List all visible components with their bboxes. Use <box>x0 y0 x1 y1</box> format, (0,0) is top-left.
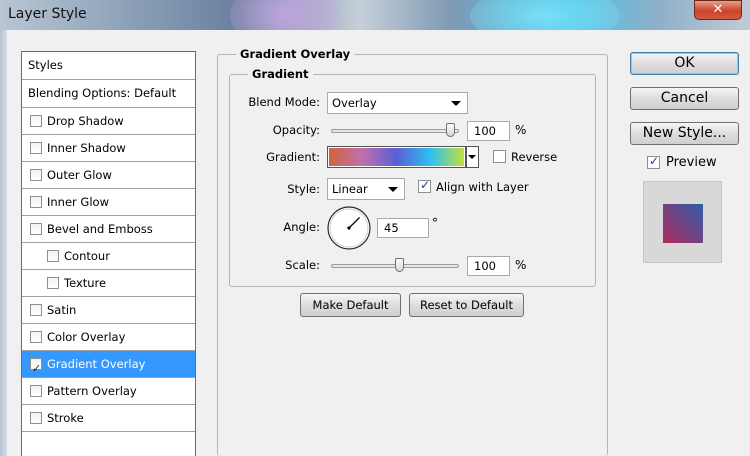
opacity-unit: % <box>515 123 527 137</box>
style-item-inner-shadow[interactable]: Inner Shadow <box>22 135 195 162</box>
blending-options-label: Blending Options: Default <box>28 86 177 100</box>
style-item-label: Contour <box>64 249 110 263</box>
texture-checkbox[interactable] <box>47 277 59 289</box>
style-item-color-overlay[interactable]: Color Overlay <box>22 324 195 351</box>
color-overlay-checkbox[interactable] <box>30 331 42 343</box>
opacity-slider-thumb[interactable] <box>446 123 455 137</box>
style-select[interactable]: Linear <box>327 178 405 200</box>
reset-to-default-button[interactable]: Reset to Default <box>409 293 524 317</box>
window-frame-left <box>0 30 7 456</box>
style-item-label: Drop Shadow <box>47 114 124 128</box>
reverse-label: Reverse <box>511 150 558 164</box>
ok-button[interactable]: OK <box>630 52 739 75</box>
angle-unit: ° <box>432 216 438 230</box>
blending-options-item[interactable]: Blending Options: Default <box>22 80 195 108</box>
opacity-input[interactable]: 100 <box>467 121 510 141</box>
gradient-overlay-checkbox[interactable] <box>30 356 42 382</box>
style-item-label: Bevel and Emboss <box>47 222 153 236</box>
satin-checkbox[interactable] <box>30 304 42 316</box>
style-item-label: Color Overlay <box>47 330 126 344</box>
style-item-label: Outer Glow <box>47 168 112 182</box>
outer-glow-checkbox[interactable] <box>30 169 42 181</box>
style-item-label: Texture <box>64 276 107 290</box>
inner-glow-checkbox[interactable] <box>30 196 42 208</box>
window-title: Layer Style <box>8 6 87 22</box>
style-item-texture[interactable]: Texture <box>22 270 195 297</box>
new-style-button[interactable]: New Style... <box>630 122 739 145</box>
bevel-emboss-checkbox[interactable] <box>30 223 42 235</box>
blend-mode-label: Blend Mode: <box>248 95 320 109</box>
style-item-label: Inner Glow <box>47 195 109 209</box>
preview-checkbox[interactable] <box>647 154 660 169</box>
stroke-checkbox[interactable] <box>30 412 42 424</box>
section-title: Gradient Overlay <box>236 47 355 61</box>
scale-label: Scale: <box>285 258 320 272</box>
style-item-inner-glow[interactable]: Inner Glow <box>22 189 195 216</box>
gradient-label: Gradient: <box>266 150 320 164</box>
gradient-group-title: Gradient <box>248 67 313 81</box>
style-item-label: Inner Shadow <box>47 141 126 155</box>
align-with-layer-label: Align with Layer <box>436 180 529 194</box>
angle-label: Angle: <box>283 220 320 234</box>
style-item-contour[interactable]: Contour <box>22 243 195 270</box>
styles-header-label: Styles <box>28 58 63 72</box>
scale-input[interactable]: 100 <box>467 256 510 276</box>
gradient-dropdown-button[interactable] <box>466 146 479 168</box>
styles-list: Styles Blending Options: Default Drop Sh… <box>21 51 196 456</box>
style-item-drop-shadow[interactable]: Drop Shadow <box>22 108 195 135</box>
chevron-down-icon <box>451 101 461 106</box>
title-bar[interactable]: Layer Style ✕ <box>0 0 750 50</box>
align-with-layer-checkbox[interactable] <box>418 178 431 193</box>
drop-shadow-checkbox[interactable] <box>30 115 42 127</box>
close-button[interactable]: ✕ <box>694 0 742 20</box>
preview-label: Preview <box>666 155 717 170</box>
preview-box <box>643 181 722 263</box>
style-item-label: Gradient Overlay <box>47 357 146 371</box>
style-item-label: Satin <box>47 303 77 317</box>
opacity-label: Opacity: <box>272 123 320 137</box>
make-default-button[interactable]: Make Default <box>300 293 401 317</box>
blend-mode-value: Overlay <box>332 96 377 110</box>
style-item-satin[interactable]: Satin <box>22 297 195 324</box>
style-item-bevel-emboss[interactable]: Bevel and Emboss <box>22 216 195 243</box>
gradient-picker-swatch[interactable] <box>327 146 466 168</box>
style-label: Style: <box>287 182 320 196</box>
scale-unit: % <box>515 258 527 272</box>
style-item-label: Stroke <box>47 411 84 425</box>
style-item-outer-glow[interactable]: Outer Glow <box>22 162 195 189</box>
chevron-down-icon <box>468 155 476 159</box>
style-item-gradient-overlay[interactable]: Gradient Overlay <box>22 351 195 382</box>
angle-dial[interactable] <box>325 205 373 251</box>
scale-slider-thumb[interactable] <box>394 258 404 272</box>
blend-mode-select[interactable]: Overlay <box>327 92 468 114</box>
styles-header[interactable]: Styles <box>22 52 195 80</box>
style-value: Linear <box>332 182 368 196</box>
style-item-pattern-overlay[interactable]: Pattern Overlay <box>22 378 195 405</box>
style-item-label: Pattern Overlay <box>47 384 137 398</box>
angle-input[interactable]: 45 <box>377 218 429 238</box>
pattern-overlay-checkbox[interactable] <box>30 385 42 397</box>
style-item-stroke[interactable]: Stroke <box>22 405 195 432</box>
chevron-down-icon <box>388 187 398 192</box>
opacity-slider-track[interactable] <box>331 129 459 133</box>
reverse-checkbox[interactable] <box>493 150 506 163</box>
preview-swatch <box>663 204 703 243</box>
inner-shadow-checkbox[interactable] <box>30 142 42 154</box>
cancel-button[interactable]: Cancel <box>630 87 739 110</box>
contour-checkbox[interactable] <box>47 250 59 262</box>
